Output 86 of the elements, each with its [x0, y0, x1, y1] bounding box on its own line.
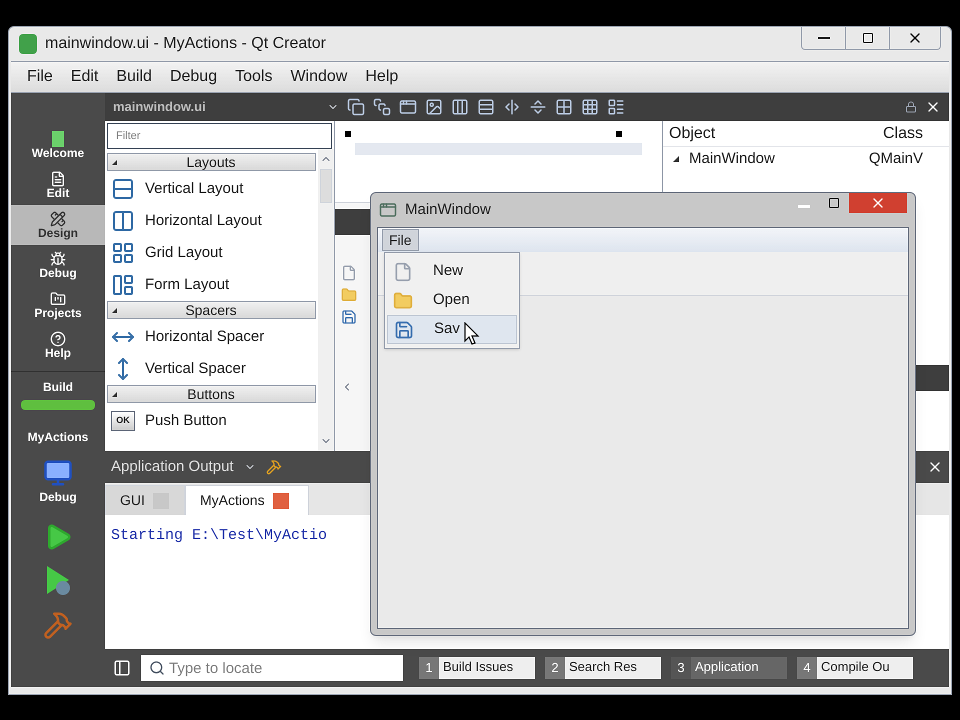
widget-item[interactable]: OK Push Button [105, 405, 318, 437]
selection-handle [616, 131, 622, 137]
tree-row[interactable]: MainWindow QMainV [663, 147, 949, 171]
grid-icon [111, 241, 135, 265]
app-icon [379, 201, 397, 219]
grid-icon[interactable] [555, 98, 573, 116]
dropdown-item[interactable]: Sav [387, 315, 517, 344]
widget-item[interactable]: Horizontal Spacer [105, 321, 318, 353]
rows-icon [111, 177, 135, 201]
mode-button[interactable]: Edit [11, 165, 105, 205]
folder-icon [341, 287, 357, 303]
output-text: Starting E:\Test\MyActio [111, 527, 328, 544]
widget-item[interactable]: Horizontal Layout [105, 205, 318, 237]
build-label: Build [43, 379, 73, 396]
copy-icon[interactable] [347, 98, 365, 116]
column-header[interactable]: Object [669, 122, 716, 146]
floppy-icon [394, 320, 414, 340]
close-tab-icon[interactable] [272, 492, 289, 508]
menu-item[interactable]: Window [282, 65, 356, 89]
minimize-icon [818, 37, 830, 39]
folder-icon [393, 290, 413, 310]
widget-item[interactable]: Vertical Layout [105, 173, 318, 205]
mode-button[interactable]: Design [11, 205, 105, 245]
monitor-icon [41, 458, 75, 488]
category-header[interactable]: Buttons [107, 385, 316, 403]
pen-ruler-icon [50, 211, 66, 227]
filter-field[interactable]: Filter [107, 123, 332, 149]
preview-title: MainWindow [405, 200, 491, 220]
form-icon [111, 273, 135, 297]
blank-page-icon [393, 262, 413, 282]
menu-item[interactable]: File [19, 65, 61, 89]
sidebar-toggle-icon[interactable] [113, 659, 131, 677]
target-selector[interactable]: Debug [39, 458, 77, 506]
menu-item[interactable]: Tools [227, 65, 280, 89]
columns-icon[interactable] [451, 98, 469, 116]
cursor-icon [464, 322, 480, 346]
category-header[interactable]: Layouts [107, 153, 316, 171]
app-logo-icon [19, 34, 37, 54]
search-icon [149, 660, 165, 676]
horizontal-split-icon[interactable] [529, 98, 547, 116]
folder-icon [50, 291, 66, 307]
pane-title: Application Output [111, 456, 234, 477]
window-icon[interactable] [399, 98, 417, 116]
output-tab[interactable]: MyActions [185, 485, 309, 515]
columns-icon [111, 209, 135, 233]
document-icon [50, 171, 66, 187]
widget-item[interactable]: Form Layout [105, 269, 318, 301]
maximize-icon [862, 32, 874, 44]
maximize-icon [828, 197, 840, 209]
button-icon: OK [111, 411, 135, 431]
selection-handle [345, 131, 351, 137]
project-name: MyActions [28, 429, 88, 446]
stack-icon[interactable] [373, 98, 391, 116]
page-icon [341, 265, 357, 281]
category-header[interactable]: Spacers [107, 301, 316, 319]
minimize-icon [798, 204, 810, 208]
column-header[interactable]: Class [882, 122, 923, 146]
vertical-split-icon[interactable] [503, 98, 521, 116]
mode-button[interactable]: Debug [11, 245, 105, 285]
window-title: mainwindow.ui - MyActions - Qt Creator [45, 34, 326, 54]
dropdown-item[interactable]: New [387, 257, 517, 286]
locator-field[interactable]: Type to locate [141, 655, 403, 681]
menu-item[interactable]: File [382, 229, 419, 251]
output-tab[interactable]: GUI [105, 485, 185, 515]
document-selector[interactable]: mainwindow.ui [113, 97, 319, 117]
widget-item[interactable]: Vertical Spacer [105, 353, 318, 385]
logo-icon [52, 131, 64, 147]
menu-item[interactable]: Build [108, 65, 160, 89]
rows-icon[interactable] [477, 98, 495, 116]
floppy-icon [341, 309, 357, 325]
menu-item[interactable]: Debug [162, 65, 226, 89]
image-icon[interactable] [425, 98, 443, 116]
bug-icon [50, 251, 66, 267]
menu-item[interactable]: Edit [62, 65, 106, 89]
expand-arrow-icon[interactable] [673, 156, 679, 162]
dropdown-item[interactable]: Open [387, 286, 517, 315]
scroll-thumb[interactable] [320, 169, 332, 203]
help-icon [50, 331, 66, 347]
lock-icon[interactable] [905, 101, 917, 113]
mode-button[interactable]: Help [11, 325, 105, 365]
mode-button[interactable]: Projects [11, 285, 105, 325]
widget-item[interactable]: Grid Layout [105, 237, 318, 269]
menu-item[interactable]: Help [357, 65, 406, 89]
mode-button[interactable]: Welcome [11, 125, 105, 165]
list-icon[interactable] [607, 98, 625, 116]
grid-icon[interactable] [581, 98, 599, 116]
